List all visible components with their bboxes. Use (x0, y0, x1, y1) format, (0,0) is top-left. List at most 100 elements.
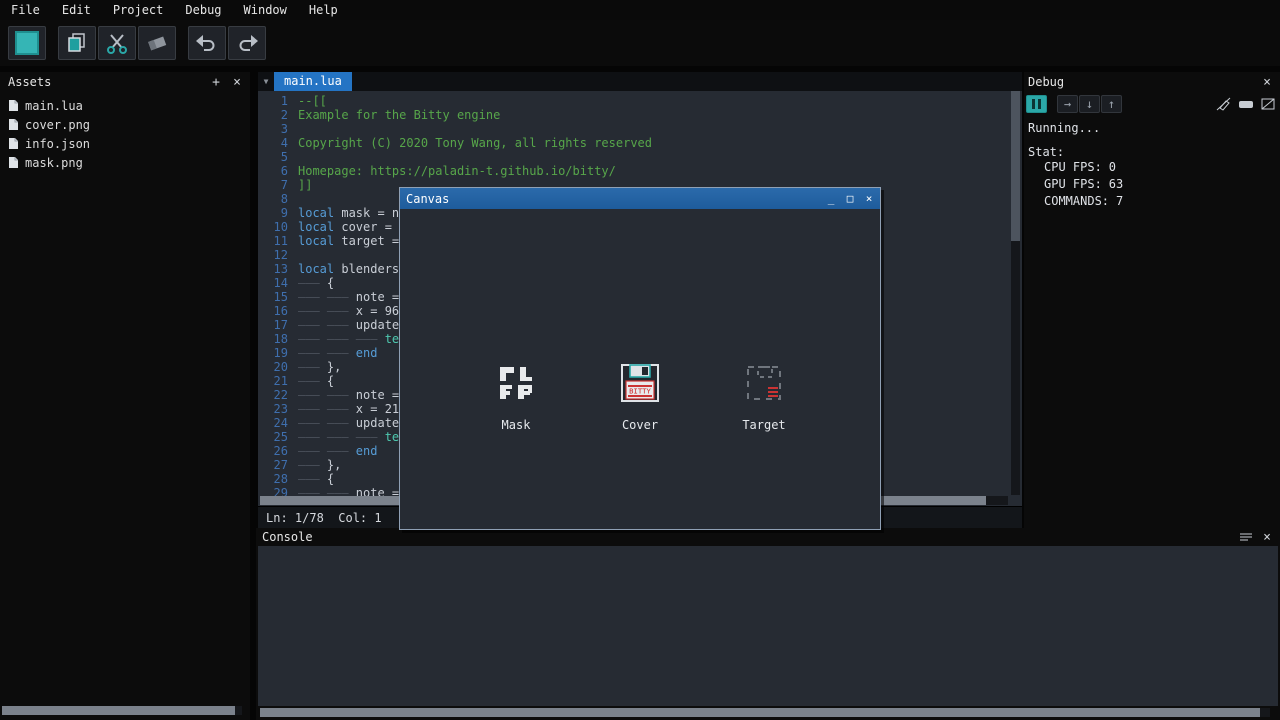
step-out-button[interactable]: ↑ (1101, 95, 1122, 113)
pause-icon (1032, 99, 1035, 109)
undo-button[interactable] (188, 26, 226, 60)
app-window: File Edit Project Debug Window Help (0, 0, 1280, 720)
asset-item-cover-png[interactable]: cover.png (0, 115, 250, 134)
asset-label: main.lua (25, 99, 83, 113)
line-number: 12 (258, 248, 288, 262)
editor-vscrollbar[interactable] (1011, 91, 1020, 495)
editor-vscrollbar-thumb[interactable] (1011, 91, 1020, 241)
crossed-box-icon[interactable] (1260, 97, 1276, 111)
redo-icon (235, 31, 259, 55)
stat-label: CPU FPS: (1044, 160, 1102, 174)
pause-button[interactable] (1026, 95, 1047, 113)
line-number: 11 (258, 234, 288, 248)
line-number: 17 (258, 318, 288, 332)
line-number: 5 (258, 150, 288, 164)
canvas-item-label: Mask (492, 418, 540, 432)
canvas-window: Canvas _ □ × Mask (399, 187, 881, 530)
pencil-slash-icon[interactable] (1216, 97, 1232, 111)
code-line[interactable]: 4Copyright (C) 2020 Tony Wang, all right… (258, 136, 1008, 150)
stat-value: 0 (1109, 160, 1116, 174)
line-number: 26 (258, 444, 288, 458)
tab-dropdown-button[interactable]: ▼ (258, 72, 274, 91)
asset-label: mask.png (25, 156, 83, 170)
canvas-item-mask: Mask (492, 361, 540, 432)
console-panel: Console × (256, 528, 1280, 720)
console-close-button[interactable]: × (1259, 529, 1275, 545)
console-output[interactable] (258, 546, 1278, 706)
line-number: 3 (258, 122, 288, 136)
redo-button[interactable] (228, 26, 266, 60)
paste-button[interactable] (138, 26, 176, 60)
run-button[interactable] (8, 26, 46, 60)
code-text: ――― ――― update (298, 318, 399, 332)
line-number: 10 (258, 220, 288, 234)
file-icon (8, 137, 19, 150)
line-number: 16 (258, 304, 288, 318)
menu-window[interactable]: Window (233, 0, 298, 20)
line-number: 19 (258, 346, 288, 360)
stat-gpu-fps: GPU FPS:63 (1044, 176, 1276, 193)
canvas-item-cover: BITTY Cover (616, 361, 664, 432)
step-over-button[interactable]: → (1057, 95, 1078, 113)
asset-item-info-json[interactable]: info.json (0, 134, 250, 153)
step-into-button[interactable]: ↓ (1079, 95, 1100, 113)
assets-hscrollbar-thumb[interactable] (2, 706, 235, 715)
window-close-button[interactable]: × (861, 188, 877, 209)
line-number: 13 (258, 262, 288, 276)
stat-value: 63 (1109, 177, 1123, 191)
minimize-button[interactable]: _ (823, 188, 839, 209)
cursor-position: Ln: 1/78 Col: 1 (258, 508, 382, 529)
menubar: File Edit Project Debug Window Help (0, 0, 1280, 20)
code-text: ――― ――― update (298, 416, 399, 430)
menu-debug[interactable]: Debug (174, 0, 232, 20)
line-number: 9 (258, 206, 288, 220)
canvas-viewport[interactable]: Mask BITTY Cover (400, 209, 880, 529)
line-number: 14 (258, 276, 288, 290)
console-lines-icon[interactable] (1238, 529, 1254, 545)
mask-floppy-icon (494, 361, 538, 405)
asset-item-mask-png[interactable]: mask.png (0, 153, 250, 172)
console-hscrollbar-thumb[interactable] (260, 708, 1260, 717)
code-text: ]] (298, 178, 312, 192)
canvas-titlebar[interactable]: Canvas _ □ × (400, 188, 880, 209)
tab-main-lua[interactable]: main.lua (274, 72, 352, 91)
code-text: ――― ――― x = 21 (298, 402, 399, 416)
code-text: local cover = (298, 220, 399, 234)
code-line[interactable]: 6Homepage: https://paladin-t.github.io/b… (258, 164, 1008, 178)
line-number: 28 (258, 472, 288, 486)
code-text: --[[ (298, 94, 327, 108)
menu-edit[interactable]: Edit (51, 0, 102, 20)
copy-button[interactable] (58, 26, 96, 60)
menu-project[interactable]: Project (102, 0, 175, 20)
code-line[interactable]: 2Example for the Bitty engine (258, 108, 1008, 122)
code-line[interactable]: 5 (258, 150, 1008, 164)
menu-help[interactable]: Help (298, 0, 349, 20)
line-number: 23 (258, 402, 288, 416)
assets-title: Assets (0, 75, 51, 89)
console-hscrollbar[interactable] (260, 708, 1270, 717)
line-number: 6 (258, 164, 288, 178)
cut-button[interactable] (98, 26, 136, 60)
menu-file[interactable]: File (0, 0, 51, 20)
canvas-item-label: Cover (616, 418, 664, 432)
undo-icon (195, 31, 219, 55)
code-text: ――― ――― end (298, 444, 377, 458)
code-line[interactable]: 3 (258, 122, 1008, 136)
svg-text:BITTY: BITTY (629, 386, 651, 395)
assets-close-button[interactable]: × (229, 74, 245, 90)
editor-tabbar: ▼ main.lua (258, 72, 1022, 91)
scissors-icon (105, 31, 129, 55)
debug-header: Debug × (1024, 72, 1280, 92)
add-asset-button[interactable]: + (208, 74, 224, 90)
asset-item-main-lua[interactable]: main.lua (0, 96, 250, 115)
line-number: 8 (258, 192, 288, 206)
code-line[interactable]: 1--[[ (258, 94, 1008, 108)
assets-hscrollbar[interactable] (2, 706, 242, 715)
maximize-button[interactable]: □ (842, 188, 858, 209)
eraser-icon (145, 31, 169, 55)
assets-panel: Assets + × main.lua cover.png info.json … (0, 72, 250, 720)
capsule-icon[interactable] (1238, 97, 1254, 111)
debug-close-button[interactable]: × (1259, 74, 1275, 90)
file-icon (8, 156, 19, 169)
line-number: 24 (258, 416, 288, 430)
